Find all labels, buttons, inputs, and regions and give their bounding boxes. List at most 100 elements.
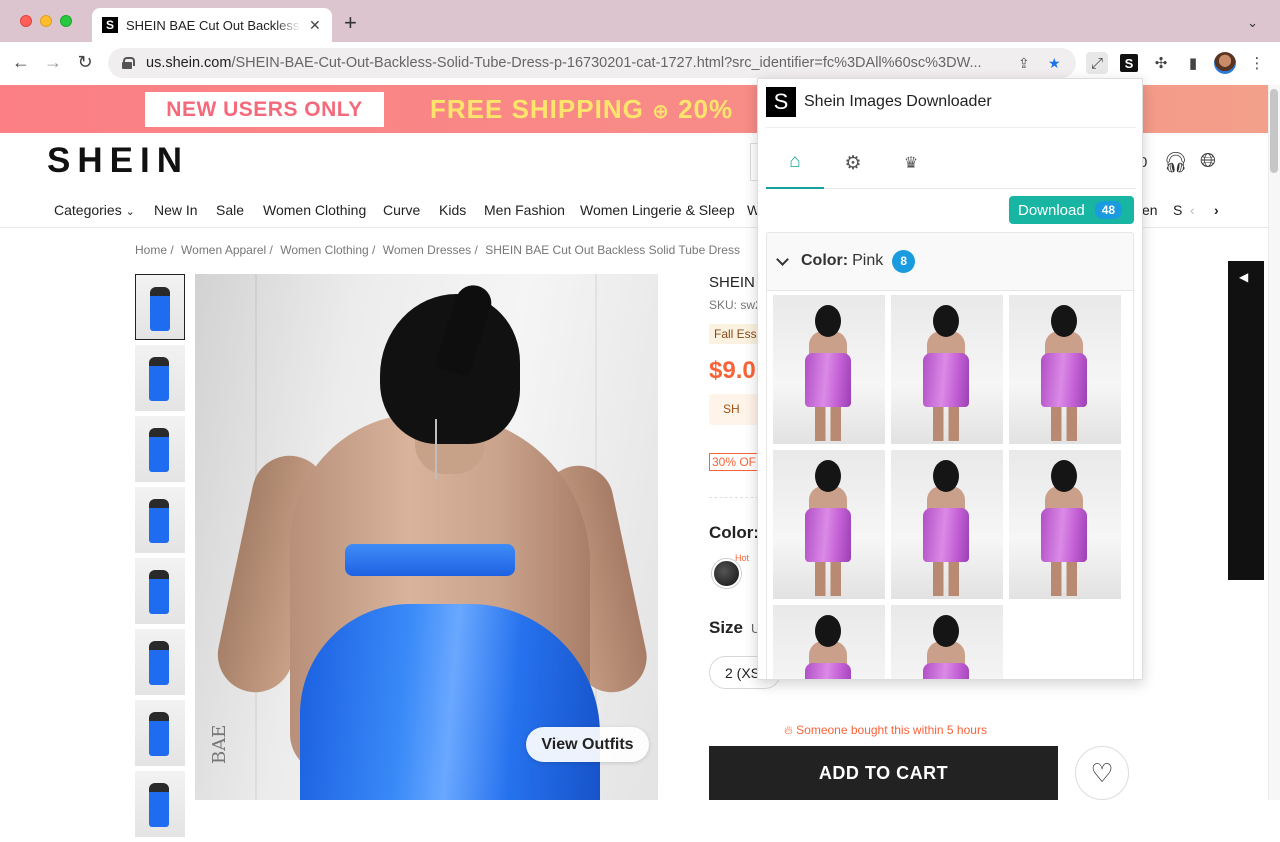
share-icon[interactable]: ⇪ xyxy=(1018,55,1030,72)
wishlist-heart-icon[interactable]: ♡ xyxy=(1075,746,1129,800)
main-product-image[interactable]: BAE View Outfits xyxy=(195,274,658,800)
image-grid xyxy=(767,290,1133,679)
popup-header: S Shein Images Downloader xyxy=(766,87,992,117)
nav-item[interactable]: Women Clothing xyxy=(263,202,366,218)
extension-popup: S Shein Images Downloader ⌂ ⚙ ♛ Download… xyxy=(757,78,1143,680)
size-label: Size xyxy=(709,618,744,637)
color-section: Color: Pink 8 xyxy=(766,232,1134,679)
lock-icon[interactable] xyxy=(122,57,135,69)
puzzle-extensions-icon[interactable]: ✣ xyxy=(1150,52,1172,74)
nav-categories[interactable]: Categories ⌄ xyxy=(54,202,135,218)
thumbnail[interactable] xyxy=(135,558,185,624)
thumbnail[interactable] xyxy=(135,487,185,553)
thumbnail[interactable] xyxy=(135,629,185,695)
shein-extension-icon[interactable]: S xyxy=(1118,52,1140,74)
reload-icon[interactable]: ↻ xyxy=(73,52,97,73)
pink-dress-image[interactable] xyxy=(891,450,1003,599)
breadcrumb-women-clothing[interactable]: Women Clothing / xyxy=(280,243,375,257)
crown-icon[interactable]: ♛ xyxy=(882,137,940,189)
bookmark-star-icon[interactable]: ★ xyxy=(1048,55,1061,72)
nav-item[interactable]: Sale xyxy=(216,202,244,218)
pink-dress-image[interactable] xyxy=(773,450,885,599)
product-sku: SKU: sw2 xyxy=(709,298,762,312)
nav-item[interactable]: Women Lingerie & Sleep xyxy=(580,202,735,218)
back-icon[interactable]: ← xyxy=(9,52,33,73)
collapse-triangle-icon[interactable]: ◀ xyxy=(1239,270,1248,284)
bought-notice: 🔥︎ Someone bought this within 5 hours xyxy=(784,723,987,737)
free-shipping-text: FREE SHIPPING ⊕ 20% xyxy=(430,94,734,124)
new-tab-icon[interactable]: + xyxy=(344,12,357,34)
product-tag[interactable]: Fall Ess xyxy=(709,324,762,344)
close-tab-icon[interactable]: ✕ xyxy=(309,17,321,34)
color-section-header[interactable]: Color: Pink 8 xyxy=(767,233,1133,289)
color-section-label: Color: xyxy=(801,252,849,269)
color-section-value: Pink xyxy=(852,252,884,269)
pink-dress-image[interactable] xyxy=(891,295,1003,444)
url-text: us.shein.com/SHEIN-BAE-Cut-Out-Backless-… xyxy=(146,55,982,71)
browser-tab[interactable]: S SHEIN BAE Cut Out Backless Solid Tube … xyxy=(92,8,332,42)
tab-search-chevron-icon[interactable]: ⌄ xyxy=(1247,15,1258,31)
product-title: SHEIN I xyxy=(709,274,764,291)
image-count-badge: 8 xyxy=(892,249,916,273)
chevron-down-icon[interactable] xyxy=(776,252,789,266)
plus-circle-icon: ⊕ xyxy=(652,101,670,123)
zoom-window-button[interactable] xyxy=(60,15,72,27)
popup-tabs: ⌂ ⚙ ♛ xyxy=(766,137,1136,189)
chevron-down-icon: ⌄ xyxy=(125,206,135,218)
side-panel-icon[interactable]: ▮ xyxy=(1182,52,1204,74)
nav-item[interactable]: Curve xyxy=(383,202,420,218)
headset-icon[interactable]: 🎧︎ xyxy=(1163,150,1188,175)
page-scrollbar[interactable] xyxy=(1268,85,1280,800)
download-button[interactable]: Download 48 xyxy=(1009,196,1134,224)
close-window-button[interactable] xyxy=(20,15,32,27)
pink-dress-image[interactable] xyxy=(1009,450,1121,599)
breadcrumb-women-dresses[interactable]: Women Dresses / xyxy=(383,243,478,257)
product-price: $9.0 xyxy=(709,357,756,384)
pink-dress-image[interactable] xyxy=(891,605,1003,679)
color-label: Color: xyxy=(709,523,760,542)
pink-dress-image[interactable] xyxy=(773,295,885,444)
nav-prev-icon[interactable]: ‹ xyxy=(1190,202,1195,218)
pink-dress-image[interactable] xyxy=(1009,295,1121,444)
forward-icon[interactable]: → xyxy=(41,52,65,73)
breadcrumb-women-apparel[interactable]: Women Apparel / xyxy=(181,243,273,257)
bae-watermark: BAE xyxy=(209,724,230,764)
color-swatch-black[interactable] xyxy=(712,559,741,588)
minimize-window-button[interactable] xyxy=(40,15,52,27)
thumbnail[interactable] xyxy=(135,345,185,411)
home-icon[interactable]: ⌂ xyxy=(766,137,824,189)
shein-logo[interactable]: SHEIN xyxy=(47,141,189,181)
kebab-menu-icon[interactable]: ⋮ xyxy=(1246,52,1268,74)
thumbnail[interactable] xyxy=(135,700,185,766)
divider xyxy=(766,127,1136,128)
nav-item[interactable]: New In xyxy=(154,202,198,218)
resize-extension-icon[interactable]: ⤢ xyxy=(1086,52,1108,74)
necklace-chain xyxy=(435,419,437,479)
pink-dress-image[interactable] xyxy=(773,605,885,679)
thumbnail[interactable] xyxy=(135,274,185,340)
globe-icon[interactable]: 🌐︎ xyxy=(1200,150,1216,173)
breadcrumb-home[interactable]: Home / xyxy=(135,243,174,257)
download-count-badge: 48 xyxy=(1094,201,1123,219)
discount-badge: 30% OF xyxy=(709,453,760,471)
nav-next-icon[interactable]: › xyxy=(1214,202,1219,218)
thumbnail-list xyxy=(135,274,185,842)
view-outfits-button[interactable]: View Outfits xyxy=(526,727,649,762)
profile-avatar[interactable] xyxy=(1214,52,1236,74)
breadcrumb: Home / Women Apparel / Women Clothing / … xyxy=(135,243,744,257)
shein-favicon-icon: S xyxy=(102,17,118,33)
gear-icon[interactable]: ⚙ xyxy=(824,137,882,189)
add-to-cart-button[interactable]: ADD TO CART xyxy=(709,746,1058,800)
nav-item[interactable]: en xyxy=(1142,202,1158,218)
side-promo-tab[interactable]: ◀ GET EXTRA 20% xyxy=(1228,261,1280,580)
nav-item[interactable]: Kids xyxy=(439,202,466,218)
address-bar[interactable]: us.shein.com/SHEIN-BAE-Cut-Out-Backless-… xyxy=(108,48,1076,78)
nav-item[interactable]: Men Fashion xyxy=(484,202,565,218)
thumbnail[interactable] xyxy=(135,416,185,482)
thumbnail[interactable] xyxy=(135,771,185,837)
scrollbar-thumb[interactable] xyxy=(1270,89,1278,173)
hot-badge: Hot xyxy=(735,553,750,563)
tab-title: SHEIN BAE Cut Out Backless Solid Tube Dr… xyxy=(126,17,301,33)
nav-item[interactable]: S xyxy=(1173,202,1182,218)
dress-back-band xyxy=(345,544,515,576)
